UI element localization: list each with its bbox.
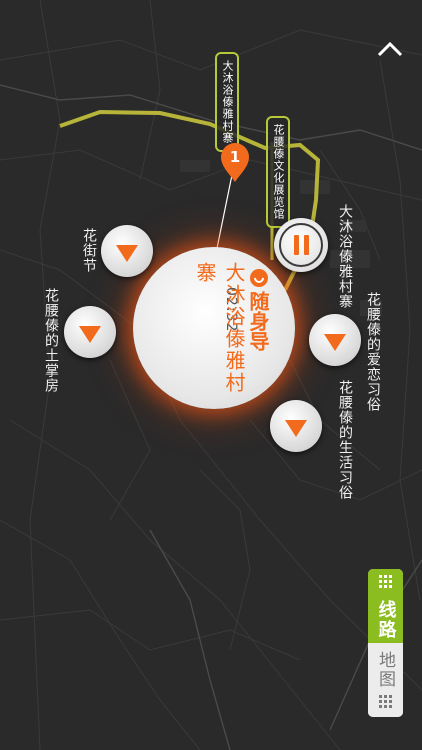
pause-button[interactable] [274,218,328,272]
current-stop-card[interactable]: 随身导 02:32 大沐浴傣雅村寨 [133,247,295,409]
poi-play-button[interactable] [101,225,153,277]
tab-map[interactable]: 地图 [368,643,403,717]
poi-play-button[interactable] [64,306,116,358]
grid-icon [379,575,392,588]
tab-route-label: 线路 [375,600,397,640]
pin-number: 1 [229,148,241,166]
poi-label: 花街节 [81,228,97,273]
poi-label: 大沐浴傣雅村寨 [337,204,353,309]
poi-label: 花腰傣的爱恋习俗 [365,292,381,412]
view-switcher: 线路 地图 [368,569,403,717]
stop-title: 大沐浴傣雅村寨 [193,262,246,394]
grid-icon [379,695,392,708]
play-icon [79,325,101,343]
collapse-button[interactable] [374,36,406,62]
poi-play-button[interactable] [270,400,322,452]
tag-village[interactable]: 大沐浴傣雅村寨 [215,52,239,152]
poi-play-button[interactable] [309,314,361,366]
brand-smile-icon [249,269,268,287]
chevron-up-icon [377,41,403,57]
play-icon [285,419,307,437]
poi-label: 花腰傣的生活习俗 [337,380,353,500]
play-icon [116,244,138,262]
tag-museum[interactable]: 花腰傣文化展览馆 [266,116,290,228]
map-pin[interactable]: 1 [218,140,252,184]
pause-icon [293,235,309,255]
poi-label: 花腰傣的土掌房 [43,288,59,393]
tab-route[interactable]: 线路 [368,569,403,643]
play-icon [324,333,346,351]
tab-map-label: 地图 [375,651,395,689]
